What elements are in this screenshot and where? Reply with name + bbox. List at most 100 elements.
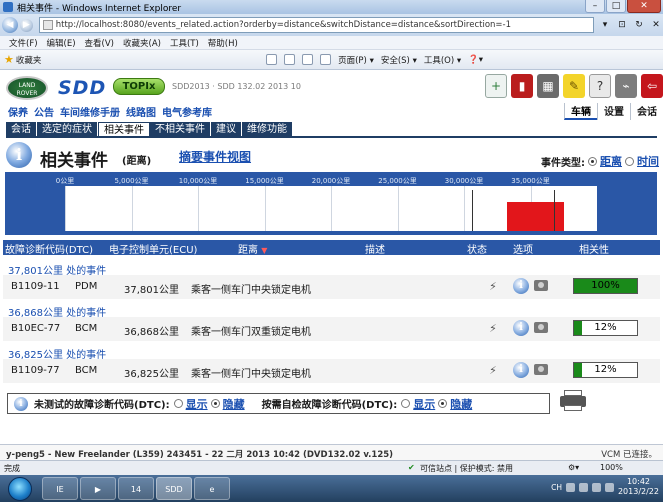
mail-icon[interactable] [302,54,314,65]
menu-tools[interactable]: 工具(T) [170,37,199,49]
event-type-time-link[interactable]: 时间 [637,153,659,169]
minimize-button[interactable]: – [585,0,605,13]
event-type-time-radio[interactable] [625,156,634,166]
printer-icon[interactable] [560,390,586,412]
vci-icon[interactable]: ▮ [511,74,533,98]
zoom-level[interactable]: 100% [600,463,623,472]
tab-unrelated-events[interactable]: 不相关事件 [150,122,211,137]
clock[interactable]: 10:42 2013/2/22 [618,477,659,497]
address-field[interactable]: http://localhost:8080/events_related.act… [38,17,594,33]
help-icon[interactable]: ? [589,74,611,98]
details-info-icon[interactable]: i [513,362,529,378]
home-icon[interactable] [266,54,278,65]
link-electrical-ref[interactable]: 电气参考库 [162,104,212,119]
menu-help[interactable]: 帮助(H) [208,37,238,49]
dropdown-icon[interactable]: ▾ [598,18,612,32]
feeds-icon[interactable] [284,54,296,65]
table-row[interactable]: B1109-11 PDM 37,801公里 乘客一侧车门中央锁定电机 ⚡ i 1… [3,275,660,299]
forward-button[interactable]: ▶ [19,18,33,32]
clock-time: 10:42 [626,477,651,486]
taskbar-calendar[interactable]: 14 [118,477,154,500]
selfcheck-hide-link[interactable]: 隐藏 [450,396,472,412]
menu-file[interactable]: 文件(F) [9,37,38,49]
sort-desc-icon[interactable]: ▼ [261,246,267,255]
start-button[interactable] [8,477,32,501]
taskbar-ie[interactable]: IE [42,477,78,500]
summary-view-link[interactable]: 摘要事件视图 [179,148,251,165]
untested-hide-radio[interactable] [210,399,220,408]
exit-icon[interactable]: ⇦ [641,74,663,98]
star-icon: ★ [4,53,14,66]
taskbar-ie-window[interactable]: e [194,477,230,500]
keyboard-icon[interactable]: ▦ [537,74,559,98]
add-event-icon[interactable]: + [485,74,507,98]
topix-logo[interactable]: TOPIx [113,78,165,95]
link-wiring[interactable]: 线路图 [126,104,156,119]
taskbar-sdd[interactable]: SDD [156,477,192,500]
language-indicator[interactable]: CH [551,483,562,492]
tab-related-events[interactable]: 相关事件 [98,122,150,137]
selfcheck-hide-radio[interactable] [438,399,448,408]
maximize-button[interactable]: □ [606,0,626,13]
table-row[interactable]: B10EC-77 BCM 36,868公里 乘客一侧车门双重锁定电机 ⚡ i 1… [3,317,660,341]
menu-favorites[interactable]: 收藏夹(A) [123,37,161,49]
timeline-event-bar[interactable] [506,202,564,231]
security-icon[interactable]: ⚙▾ [568,463,579,472]
event-type-distance-radio[interactable] [588,156,597,166]
table-row[interactable]: B1109-77 BCM 36,825公里 乘客一侧车门中央锁定电机 ⚡ i 1… [3,359,660,383]
page-menu[interactable]: 页面(P) ▾ [338,54,374,66]
right-tabs: 车辆 设置 会话 [564,103,663,120]
camera-icon[interactable] [534,322,548,333]
tab-settings[interactable]: 设置 [597,103,630,120]
tab-repair-functions[interactable]: 维修功能 [242,122,293,137]
tab-session-main[interactable]: 会话 [6,122,37,137]
tab-session[interactable]: 会话 [630,103,663,120]
tab-selected-symptoms[interactable]: 选定的症状 [37,122,98,137]
close-button[interactable]: ✕ [627,0,661,13]
link-workshop-manual[interactable]: 车间维修手册 [60,104,120,119]
tools-menu[interactable]: 工具(O) ▾ [424,54,461,66]
header-relevance: 相关性 [579,245,609,256]
selfcheck-show-link[interactable]: 显示 [413,396,435,412]
stop-icon[interactable]: ✕ [649,18,663,32]
help-menu[interactable]: ❓▾ [468,55,483,65]
selfcheck-show-radio[interactable] [401,399,411,408]
favorites-button[interactable]: ★ 收藏夹 [4,53,41,66]
refresh-icon[interactable]: ↻ [632,18,646,32]
tab-recommendations[interactable]: 建议 [211,122,242,137]
note-icon[interactable]: ✎ [563,74,585,98]
tray-icon[interactable] [578,482,588,492]
window-title-bar[interactable]: 相关事件 - Windows Internet Explorer – □ ✕ [0,0,663,14]
timeline-tick-label: 20,000公里 [311,177,351,185]
tab-vehicle[interactable]: 车辆 [564,103,597,120]
back-button[interactable]: ◀ [2,17,18,33]
untested-show-radio[interactable] [173,399,183,408]
link-bulletins[interactable]: 公告 [34,104,54,119]
compat-icon[interactable]: ⊡ [615,18,629,32]
camera-icon[interactable] [534,364,548,375]
trusted-site-icon: ✔ [408,463,415,472]
untested-show-link[interactable]: 显示 [186,396,208,412]
trusted-site-text[interactable]: 可信站点 | 保护模式: 禁用 [420,463,513,474]
event-type-distance-link[interactable]: 距离 [600,153,622,169]
signal-icon[interactable]: ⌁ [615,74,637,98]
untested-hide-link[interactable]: 隐藏 [223,396,245,412]
menu-edit[interactable]: 编辑(E) [47,37,76,49]
info-icon[interactable]: i [6,142,32,168]
header-distance[interactable]: 距离 ▼ [238,241,267,256]
network-icon[interactable] [591,482,601,492]
info-icon[interactable]: i [14,396,28,411]
safety-menu[interactable]: 安全(S) ▾ [381,54,417,66]
timeline-gridline [131,186,133,231]
url-text: http://localhost:8080/events_related.act… [55,20,512,30]
print-icon[interactable] [320,54,332,65]
camera-icon[interactable] [534,280,548,291]
link-maintenance[interactable]: 保养 [8,104,28,119]
volume-icon[interactable] [604,482,614,492]
taskbar-media[interactable]: ▶ [80,477,116,500]
relevance-bar: 12% [573,362,638,378]
details-info-icon[interactable]: i [513,320,529,336]
tray-icon[interactable] [565,482,575,492]
details-info-icon[interactable]: i [513,278,529,294]
menu-view[interactable]: 查看(V) [85,37,114,49]
